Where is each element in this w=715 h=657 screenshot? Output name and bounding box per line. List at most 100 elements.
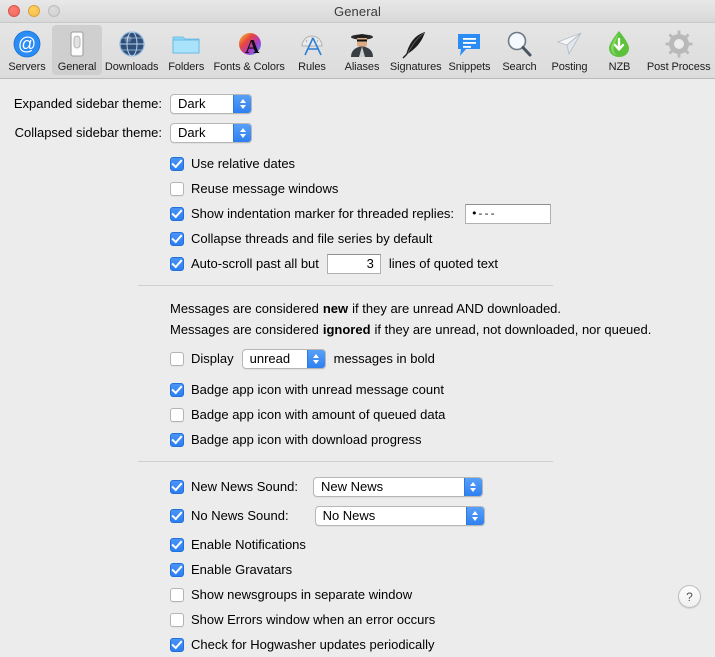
reuse-message-windows-label: Reuse message windows — [191, 181, 339, 196]
toolbar-item-general[interactable]: General — [52, 25, 102, 75]
collapse-threads-row[interactable]: Collapse threads and file series by defa… — [0, 226, 715, 251]
use-relative-dates-checkbox[interactable] — [170, 156, 184, 171]
check-updates-row[interactable]: Check for Hogwasher updates periodically — [0, 632, 715, 657]
toolbar-item-aliases[interactable]: Aliases — [337, 25, 387, 75]
toolbar-item-search[interactable]: Search — [494, 25, 544, 75]
paper-plane-icon — [553, 28, 585, 60]
show-errors-window-row[interactable]: Show Errors window when an error occurs — [0, 607, 715, 632]
auto-scroll-row[interactable]: Auto-scroll past all but 3 lines of quot… — [0, 251, 715, 276]
zoom-window-button — [48, 5, 60, 17]
chevron-updown-icon — [465, 506, 484, 525]
enable-gravatars-checkbox[interactable] — [170, 562, 184, 577]
toolbar-item-label: Folders — [168, 61, 205, 73]
toolbar-item-label: NZB — [608, 61, 631, 73]
expanded-sidebar-theme-value: Dark — [178, 96, 206, 111]
toolbar-item-rules[interactable]: Rules — [287, 25, 337, 75]
window-titlebar: General — [0, 0, 715, 23]
display-bold-row[interactable]: Display unread messages in bold — [0, 346, 715, 371]
info-ignored-keyword: ignored — [322, 322, 371, 337]
info-ignored-prefix: Messages are considered — [170, 322, 319, 337]
gear-icon — [663, 28, 695, 60]
toolbar-item-post-process[interactable]: Post Process — [644, 25, 713, 75]
check-updates-checkbox[interactable] — [170, 637, 184, 652]
magnifier-icon — [503, 28, 535, 60]
collapse-threads-label: Collapse threads and file series by defa… — [191, 231, 433, 246]
close-window-button[interactable] — [8, 5, 20, 17]
badge-unread-label: Badge app icon with unread message count — [191, 382, 444, 397]
globe-icon — [116, 28, 148, 60]
collapsed-sidebar-theme-value: Dark — [178, 125, 206, 140]
new-news-sound-checkbox[interactable] — [170, 479, 184, 494]
indentation-marker-checkbox[interactable] — [170, 206, 184, 221]
toolbar-item-label: Servers — [8, 61, 46, 73]
auto-scroll-lines-input[interactable]: 3 — [326, 253, 381, 274]
toolbar-item-downloads[interactable]: Downloads — [102, 25, 161, 75]
no-news-sound-select[interactable]: No News — [314, 505, 485, 526]
badge-queued-checkbox[interactable] — [170, 407, 184, 422]
minimize-window-button[interactable] — [28, 5, 40, 17]
collapsed-sidebar-theme-select[interactable]: Dark — [170, 122, 252, 143]
at-sign-icon: @ — [11, 28, 43, 60]
badge-unread-row[interactable]: Badge app icon with unread message count — [0, 377, 715, 402]
badge-queued-label: Badge app icon with amount of queued dat… — [191, 407, 446, 422]
display-bold-checkbox[interactable] — [170, 351, 184, 366]
auto-scroll-checkbox[interactable] — [170, 256, 184, 271]
no-news-sound-row[interactable]: No News Sound: No News — [0, 503, 715, 528]
check-updates-label: Check for Hogwasher updates periodically — [191, 637, 435, 652]
show-newsgroups-separate-row[interactable]: Show newsgroups in separate window — [0, 582, 715, 607]
no-news-sound-checkbox[interactable] — [170, 508, 184, 523]
reuse-message-windows-row[interactable]: Reuse message windows — [0, 176, 715, 201]
general-preferences-pane: Expanded sidebar theme: Dark Collapsed s… — [0, 79, 715, 652]
show-errors-window-label: Show Errors window when an error occurs — [191, 612, 436, 627]
expanded-sidebar-theme-row: Expanded sidebar theme: Dark — [0, 91, 715, 116]
help-button[interactable]: ? — [678, 585, 701, 608]
indentation-marker-input[interactable]: •--- — [465, 203, 552, 224]
toolbar-item-label: Search — [502, 61, 537, 73]
info-new-suffix: if they are unread AND downloaded. — [352, 301, 562, 316]
display-bold-value: unread — [249, 351, 291, 366]
badge-progress-checkbox[interactable] — [170, 432, 184, 447]
ruler-protractor-icon — [296, 28, 328, 60]
auto-scroll-label-after: lines of quoted text — [388, 256, 499, 271]
enable-notifications-row[interactable]: Enable Notifications — [0, 532, 715, 557]
no-news-sound-label: No News Sound: — [191, 508, 289, 523]
toolbar-item-label: Aliases — [344, 61, 380, 73]
new-news-sound-row[interactable]: New News Sound: New News — [0, 474, 715, 499]
indentation-marker-label: Show indentation marker for threaded rep… — [191, 206, 455, 221]
new-news-sound-select[interactable]: New News — [312, 476, 483, 497]
info-new-keyword: new — [322, 301, 349, 316]
collapsed-sidebar-theme-label: Collapsed sidebar theme: — [14, 125, 162, 140]
badge-progress-row[interactable]: Badge app icon with download progress — [0, 427, 715, 452]
toolbar-item-snippets[interactable]: Snippets — [444, 25, 494, 75]
indentation-marker-row[interactable]: Show indentation marker for threaded rep… — [0, 201, 715, 226]
indentation-marker-value: •--- — [471, 207, 496, 220]
show-newsgroups-separate-checkbox[interactable] — [170, 587, 184, 602]
use-relative-dates-row[interactable]: Use relative dates — [0, 151, 715, 176]
toolbar-item-folders[interactable]: Folders — [161, 25, 211, 75]
toolbar-item-label: Downloads — [104, 61, 159, 73]
toolbar-item-fonts-colors[interactable]: A Fonts & Colors — [211, 25, 287, 75]
badge-queued-row[interactable]: Badge app icon with amount of queued dat… — [0, 402, 715, 427]
enable-notifications-checkbox[interactable] — [170, 537, 184, 552]
chevron-updown-icon — [233, 94, 251, 113]
enable-gravatars-row[interactable]: Enable Gravatars — [0, 557, 715, 582]
display-bold-label-before: Display — [191, 351, 234, 366]
badge-unread-checkbox[interactable] — [170, 382, 184, 397]
expanded-sidebar-theme-select[interactable]: Dark — [170, 93, 252, 114]
toolbar-item-signatures[interactable]: Signatures — [387, 25, 444, 75]
svg-text:A: A — [245, 36, 260, 58]
svg-text:@: @ — [18, 34, 36, 54]
toolbar-item-nzb[interactable]: NZB — [594, 25, 644, 75]
reuse-message-windows-checkbox[interactable] — [170, 181, 184, 196]
preferences-toolbar: @ Servers General Downloads Folders A Fo… — [0, 23, 715, 79]
display-bold-select[interactable]: unread — [241, 348, 326, 369]
info-line-new: Messages are considered new if they are … — [0, 298, 715, 319]
collapse-threads-checkbox[interactable] — [170, 231, 184, 246]
toolbar-item-label: Snippets — [448, 61, 491, 73]
toolbar-item-posting[interactable]: Posting — [544, 25, 594, 75]
help-button-label: ? — [686, 589, 693, 604]
show-errors-window-checkbox[interactable] — [170, 612, 184, 627]
quill-feather-icon — [400, 28, 432, 60]
enable-notifications-label: Enable Notifications — [191, 537, 306, 552]
toolbar-item-servers[interactable]: @ Servers — [2, 25, 52, 75]
